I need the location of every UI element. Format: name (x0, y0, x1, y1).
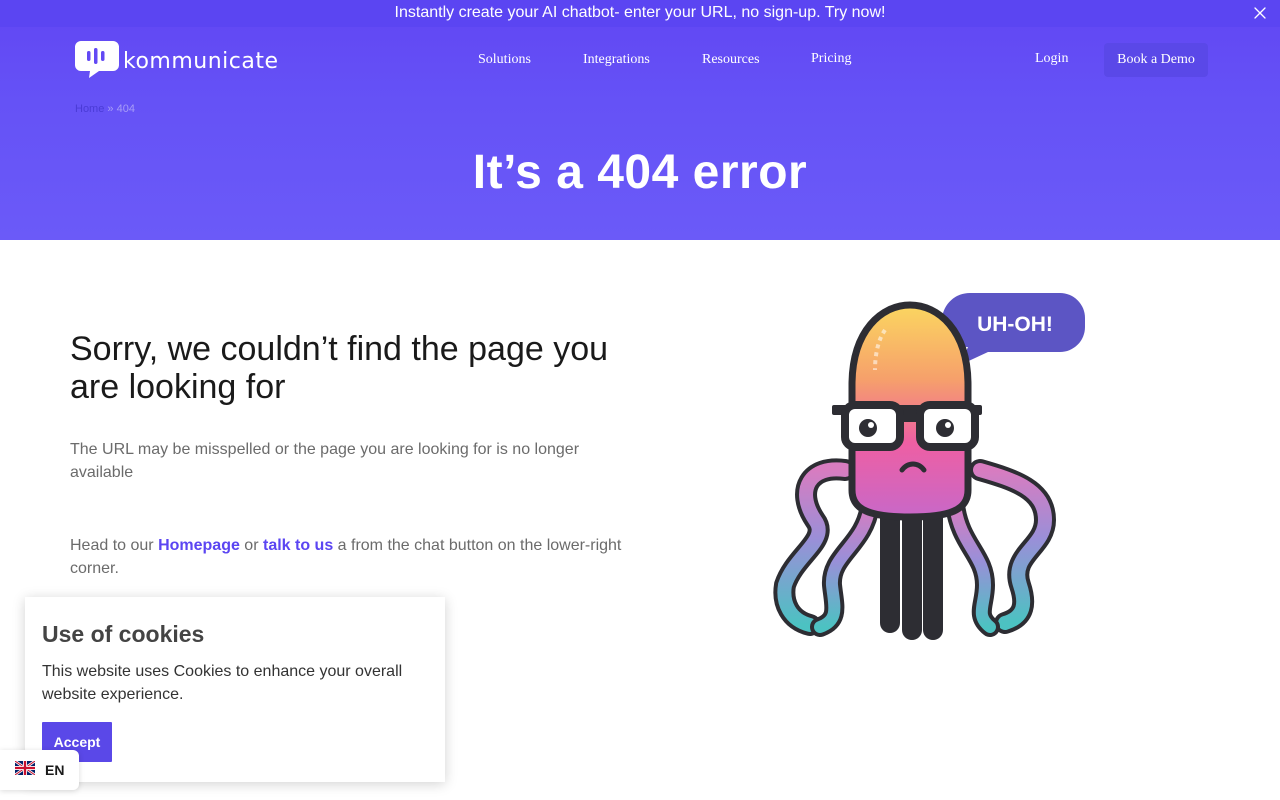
cookie-text: This website uses Cookies to enhance you… (42, 663, 403, 703)
page-title: It’s a 404 error (472, 146, 808, 199)
breadcrumb: Home » 404 (75, 103, 135, 115)
help-text-middle: or (239, 537, 263, 554)
breadcrumb-separator: » (107, 103, 114, 115)
nav-item-solutions[interactable]: Solutions (478, 52, 531, 68)
error-heading: Sorry, we couldn’t find the page you are… (70, 330, 609, 406)
breadcrumb-home[interactable]: Home (75, 103, 104, 115)
nav-item-resources[interactable]: Resources (702, 52, 760, 68)
hero-section: kommunicate Solutions Integrations Resou… (0, 27, 1280, 240)
login-link[interactable]: Login (1035, 51, 1068, 67)
octopus-illustration: UH-OH! (770, 285, 1100, 645)
homepage-link[interactable]: Homepage (158, 537, 240, 554)
uk-flag-icon (14, 759, 36, 780)
close-icon[interactable] (1252, 5, 1268, 21)
help-text: Head to our Homepage or talk to us a fro… (70, 534, 630, 580)
error-description: The URL may be misspelled or the page yo… (70, 441, 580, 481)
nav-item-pricing[interactable]: Pricing (811, 51, 851, 67)
talk-to-us-link[interactable]: talk to us (263, 537, 333, 554)
speech-bubble-text: UH-OH! (977, 313, 1053, 336)
help-text-prefix: Head to our (70, 537, 159, 554)
breadcrumb-current: 404 (116, 103, 135, 115)
announcement-bar[interactable]: Instantly create your AI chatbot- enter … (0, 0, 1280, 27)
cookie-title: Use of cookies (42, 621, 205, 647)
announcement-text: Instantly create your AI chatbot- enter … (394, 4, 886, 21)
book-demo-button[interactable]: Book a Demo (1104, 43, 1208, 77)
cookie-banner: Use of cookies This website uses Cookies… (25, 597, 445, 782)
language-code: EN (45, 762, 65, 778)
main-nav: Solutions Integrations Resources Pricing… (0, 50, 1280, 72)
language-selector[interactable]: EN (0, 750, 79, 790)
nav-item-integrations[interactable]: Integrations (583, 52, 650, 68)
